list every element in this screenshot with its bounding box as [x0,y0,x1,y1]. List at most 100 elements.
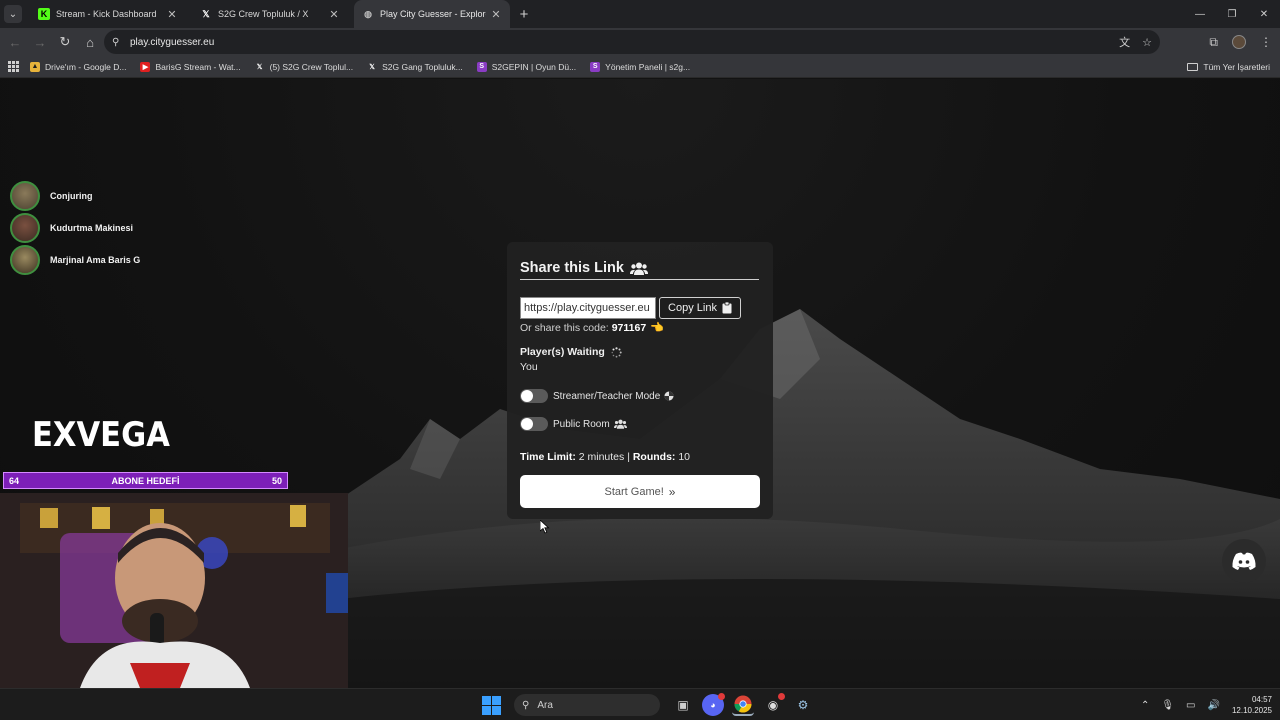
windows-start-icon[interactable] [480,694,502,716]
users-icon [613,419,627,429]
close-tab-icon[interactable]: ✕ [166,8,178,21]
translate-icon[interactable]: 文 [1119,34,1130,50]
discord-taskbar-icon[interactable]: ◕ [702,693,725,716]
viewer-name: Kudurtma Makinesi [50,223,134,233]
viewer-name: Conjuring [50,191,93,201]
discord-button[interactable] [1222,539,1266,583]
link-row: Copy Link [520,297,741,319]
goal-current: 64 [9,475,20,486]
bookmark-youtube[interactable]: ▶ BarisG Stream - Wat... [140,61,241,72]
panel-title: Share this Link [520,258,760,278]
streamer-mode-toggle[interactable] [520,389,548,403]
streamer-mode-label: Streamer/Teacher Mode [553,390,661,402]
microphone-icon[interactable]: 🎙 [1161,700,1174,711]
settings-separator: | [627,451,630,463]
players-waiting-heading: Player(s) Waiting [520,346,622,358]
close-tab-icon[interactable]: ✕ [490,8,502,21]
globe-icon: ◍ [364,8,372,19]
bookmark-s2gepin[interactable]: S S2GEPIN | Oyun Dü... [476,61,577,72]
player-name: You [520,361,538,373]
pointing-hand-icon: 👈 [650,322,664,334]
clock-date: 12.10.2025 [1231,706,1272,715]
start-game-label: Start Game! [604,485,664,498]
address-bar[interactable]: ⚲ play.cityguesser.eu 文 ☆ [104,30,1160,54]
tab-kick-dashboard[interactable]: K Stream - Kick Dashboard ✕ [30,0,186,28]
streamer-mode-icon [664,391,674,401]
tab-search-button[interactable]: ⌄ [4,5,22,23]
bookmark-label: Yönetim Paneli | s2g... [605,61,691,72]
panel-title-text: Share this Link [520,260,624,276]
kick-icon: K [38,8,50,20]
close-tab-icon[interactable]: ✕ [328,8,340,21]
tab-bar: ⌄ K Stream - Kick Dashboard ✕ 𝕏 S2G Crew… [0,0,1280,28]
task-view-icon[interactable]: ▣ [672,694,694,716]
tab-x-community[interactable]: 𝕏 S2G Crew Topluluk / X ✕ [192,0,348,28]
bookmark-label: S2G Gang Topluluk... [382,61,463,72]
system-clock[interactable]: 04:57 12.10.2025 [1232,694,1272,716]
clipboard-icon [722,302,732,314]
tab-title: Stream - Kick Dashboard [56,9,157,19]
bookmark-label: Drive'ım - Google D... [45,61,127,72]
url-text[interactable]: play.cityguesser.eu [130,37,214,48]
site-info-icon[interactable]: ⚲ [112,37,126,48]
profile-avatar[interactable] [1232,35,1246,49]
tab-city-guesser[interactable]: ◍ Play City Guesser - Explore the ✕ [354,0,510,28]
game-page: Conjuring Kudurtma Makinesi Marjinal Ama… [0,79,1280,688]
home-icon[interactable]: ⌂ [78,30,102,54]
avatar [10,213,40,243]
back-icon[interactable]: ← [3,30,27,54]
extensions-icon[interactable]: ⧉ [1209,35,1218,50]
twitch-icon: S [476,61,487,72]
share-link-panel: Share this Link Copy Link Or s [507,242,773,519]
network-icon[interactable]: ▭ [1186,700,1195,711]
public-room-label: Public Room [553,418,610,430]
minimize-icon[interactable]: — [1184,0,1216,28]
chevron-down-icon: ⌄ [8,8,18,20]
close-window-icon[interactable]: ✕ [1248,0,1280,28]
bookmark-panel[interactable]: S Yönetim Paneli | s2g... [590,61,691,72]
players-waiting-label: Player(s) Waiting [520,346,605,358]
x-icon: 𝕏 [369,63,375,71]
bookmark-x-crew[interactable]: 𝕏 (5) S2G Crew Toplul... [255,62,353,72]
viewer-list: Conjuring Kudurtma Makinesi Marjinal Ama… [10,180,140,276]
rounds-label: Rounds: [632,451,676,463]
tab-title: S2G Crew Topluluk / X [218,9,309,19]
viewer-item: Conjuring [10,180,140,212]
new-tab-button[interactable]: + [514,6,534,23]
windows-taskbar: ⚲ Ara ▣ ◕ ◉ ⚙ ⌃ 🎙 ▭ 🔊 04:57 12.10.2025 [0,688,1280,720]
bookmark-label: S2GEPIN | Oyun Dü... [491,61,577,72]
all-bookmarks-label: Tüm Yer İşaretleri [1203,62,1270,72]
notification-badge [718,693,725,700]
chevron-up-icon[interactable]: ⌃ [1141,700,1149,711]
forward-icon[interactable]: → [28,30,52,54]
taskbar-search[interactable]: ⚲ Ara [514,694,660,716]
apps-grid-icon[interactable] [8,60,20,73]
start-game-button[interactable]: Start Game! » [520,475,760,508]
bookmark-star-icon[interactable]: ☆ [1142,36,1152,49]
drive-icon: ▲ [30,61,40,72]
avatar [10,245,40,275]
share-link-input[interactable] [520,297,656,319]
restore-icon[interactable]: ❐ [1216,0,1248,28]
reload-icon[interactable]: ↻ [53,30,77,54]
webcam-feed [0,493,348,688]
double-chevron-right-icon: » [668,484,676,499]
obs-taskbar-icon[interactable]: ◉ [762,693,785,716]
menu-icon[interactable]: ⋮ [1260,35,1272,49]
window-controls: — ❐ ✕ [1184,0,1280,28]
bookmark-label: BarisG Stream - Wat... [155,61,241,72]
share-code-value[interactable]: 971167 [612,322,646,334]
copy-link-button[interactable]: Copy Link [659,297,741,319]
mouse-cursor-icon [540,520,550,534]
bookmark-x-gang[interactable]: 𝕏 S2G Gang Topluluk... [367,61,463,72]
x-icon: 𝕏 [202,8,210,19]
bookmark-drive[interactable]: ▲ Drive'ım - Google D... [30,61,127,72]
steam-taskbar-icon[interactable]: ⚙ [792,694,814,716]
all-bookmarks[interactable]: Tüm Yer İşaretleri [1187,56,1270,78]
public-room-toggle[interactable] [520,417,548,431]
chrome-taskbar-icon[interactable] [732,694,754,716]
users-icon [629,262,648,275]
volume-icon[interactable]: 🔊 [1208,700,1220,711]
x-icon: 𝕏 [256,63,263,71]
viewer-item: Kudurtma Makinesi [10,212,140,244]
